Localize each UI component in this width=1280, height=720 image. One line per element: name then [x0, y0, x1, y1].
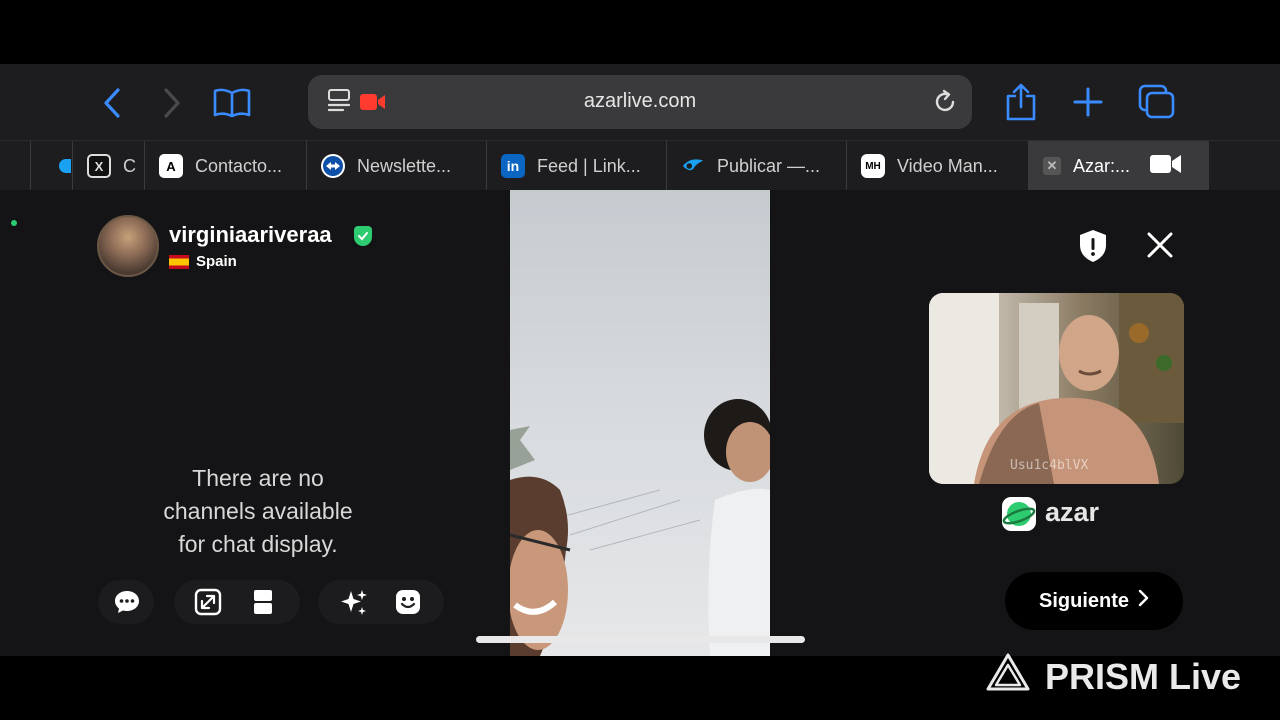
- tabs-overview-icon[interactable]: [1138, 84, 1176, 126]
- watermark-text: PRISM Live: [1045, 655, 1242, 697]
- avatar[interactable]: [97, 215, 159, 277]
- tab-x[interactable]: X C: [72, 141, 145, 191]
- next-button-label: Siguiente: [1038, 589, 1129, 612]
- tab-video-man[interactable]: MH Video Man...: [846, 141, 1029, 191]
- address-bar[interactable]: azarlive.com: [308, 75, 972, 129]
- prism-logo-icon: [985, 652, 1031, 701]
- flying-icon: [681, 154, 705, 178]
- remote-video-scene: [510, 399, 770, 656]
- status-dot: [11, 220, 17, 226]
- effects-control-group: [318, 580, 444, 624]
- tab-newsletter[interactable]: Newslette...: [306, 141, 487, 191]
- a-logo-icon: A: [159, 154, 183, 178]
- country-label: Spain: [196, 253, 237, 270]
- azar-logo-icon: [1002, 497, 1036, 531]
- prism-live-watermark: PRISM Live: [985, 652, 1241, 701]
- new-tab-icon[interactable]: [1072, 86, 1104, 124]
- teamviewer-icon: [321, 154, 345, 178]
- tab-linkedin[interactable]: in Feed | Link...: [486, 141, 667, 191]
- spain-flag-icon: [169, 255, 189, 269]
- home-indicator[interactable]: [476, 636, 805, 643]
- tab-label: Video Man...: [897, 155, 998, 176]
- view-control-group: [174, 580, 300, 624]
- mh-icon: MH: [861, 154, 885, 178]
- face-filter-icon[interactable]: [394, 588, 422, 616]
- tab-label: Publicar —...: [717, 155, 821, 176]
- remote-video: [510, 190, 770, 656]
- azar-brand: azar: [1045, 497, 1100, 527]
- verified-badge-icon: [354, 226, 372, 246]
- tab-label: Newslette...: [357, 155, 452, 176]
- forward-icon[interactable]: [158, 86, 184, 126]
- close-icon[interactable]: ✕: [1043, 157, 1061, 175]
- close-icon[interactable]: [1146, 231, 1174, 264]
- x-icon: X: [87, 154, 111, 178]
- empty-chat-message: There are no channels available for chat…: [163, 465, 353, 557]
- camera-icon: [1150, 153, 1182, 180]
- tab-label: Contacto...: [195, 155, 283, 176]
- expand-icon[interactable]: [194, 588, 222, 616]
- share-icon[interactable]: [1005, 82, 1037, 128]
- tab-bar: X C A Contacto... Newslette... in Feed |…: [0, 140, 1280, 191]
- username[interactable]: virginiaariveraa: [169, 222, 332, 248]
- tab-publicar[interactable]: Publicar —...: [666, 141, 847, 191]
- self-video-preview[interactable]: [929, 293, 1184, 484]
- tab-label: Feed | Link...: [537, 155, 641, 176]
- chevron-right-icon: [1137, 589, 1149, 613]
- tab-label: Azar:...: [1073, 155, 1131, 176]
- pip-user-id: Usu1c4blVX: [1010, 458, 1089, 473]
- bookmarks-icon[interactable]: [212, 86, 252, 126]
- next-button[interactable]: Siguiente: [1005, 572, 1183, 630]
- partial-favicon-icon: [59, 159, 71, 173]
- chat-bubble-icon[interactable]: [113, 588, 141, 616]
- self-video-scene: [929, 293, 1184, 484]
- sparkles-icon[interactable]: [339, 588, 367, 616]
- tab-label: C: [123, 155, 136, 176]
- report-shield-icon[interactable]: [1078, 229, 1108, 268]
- url-text: azarlive.com: [583, 90, 697, 112]
- tab-contacto[interactable]: A Contacto...: [144, 141, 307, 191]
- split-view-icon[interactable]: [249, 588, 277, 616]
- linkedin-icon: in: [501, 154, 525, 178]
- back-icon[interactable]: [100, 86, 126, 126]
- reload-icon[interactable]: [932, 89, 958, 120]
- tab-partial[interactable]: [30, 141, 71, 191]
- tab-azar[interactable]: ✕ Azar:...: [1028, 141, 1209, 191]
